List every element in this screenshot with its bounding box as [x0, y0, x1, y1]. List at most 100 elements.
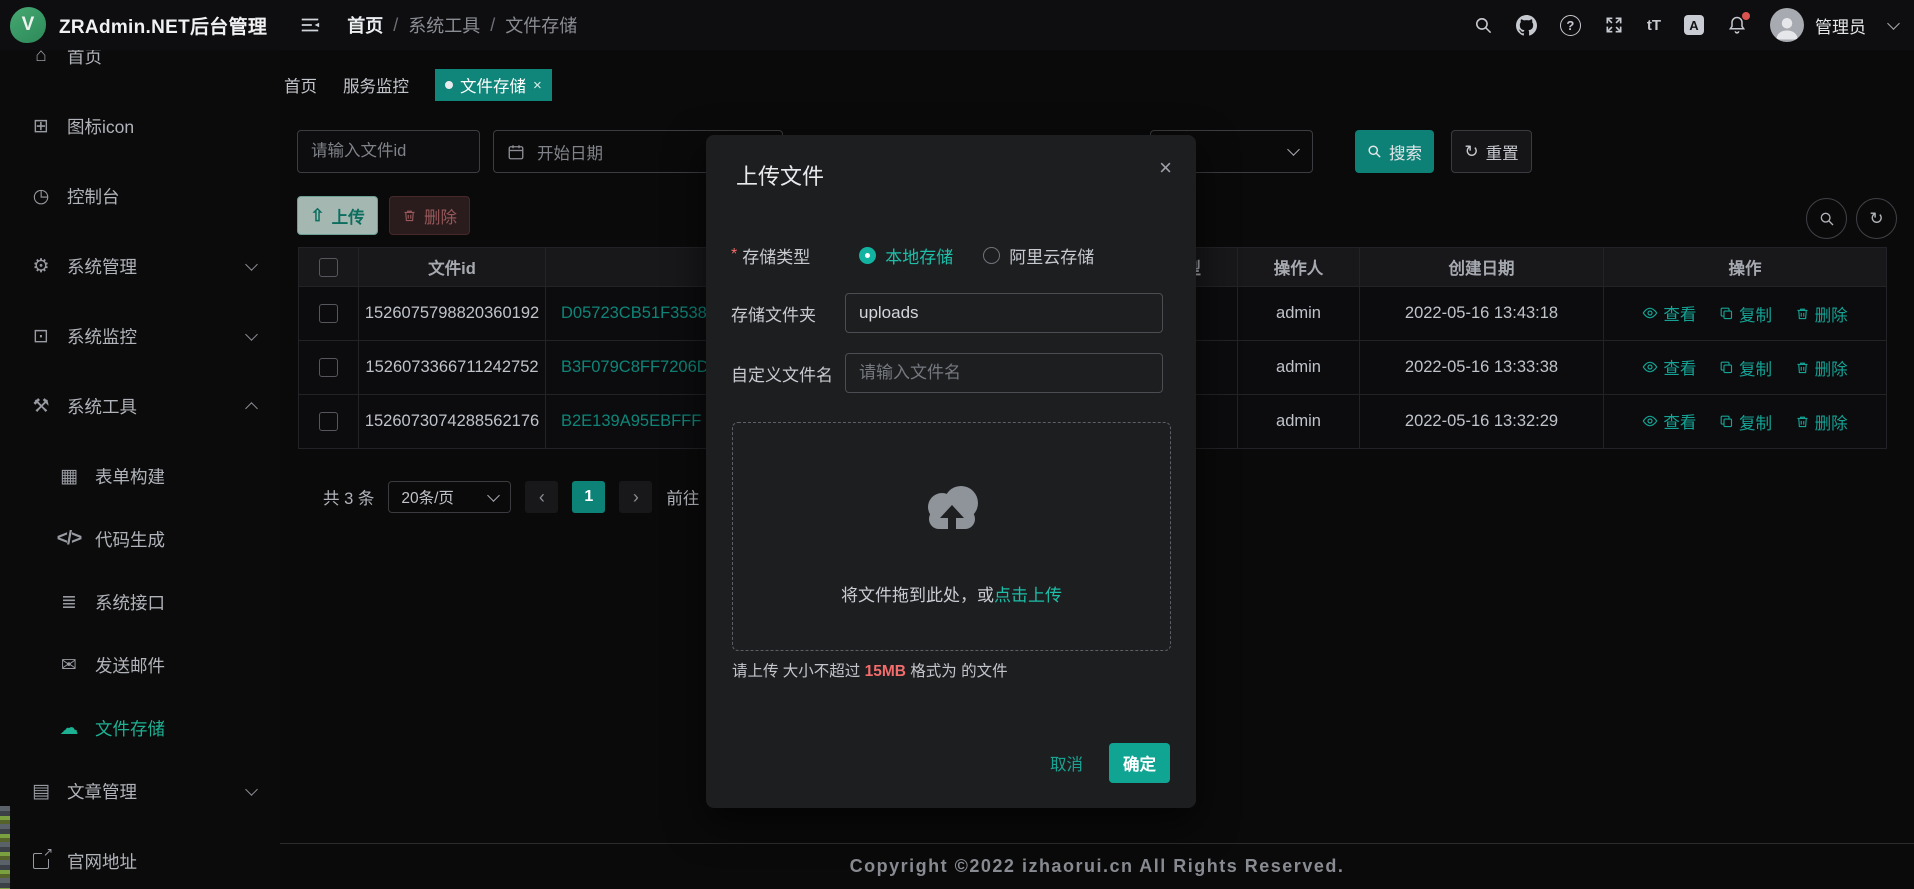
- cell-file-id: 1526075798820360192: [359, 287, 546, 341]
- filename-input[interactable]: [845, 353, 1163, 393]
- pagination: 共 3 条 20条/页 ‹ 1 › 前往: [323, 481, 769, 513]
- fullscreen-icon[interactable]: [1604, 15, 1624, 35]
- chevron-down-icon: [245, 783, 258, 796]
- trash-icon: [402, 208, 417, 223]
- delete-button[interactable]: 删除: [1795, 356, 1848, 380]
- sidebar-item-system-api[interactable]: ≣ 系统接口: [0, 580, 280, 624]
- cell-ops: 查看 复制 删除: [1604, 287, 1887, 341]
- sidebar-item-label: 系统监控: [67, 324, 137, 349]
- cell-operator: admin: [1238, 341, 1360, 395]
- batch-delete-button[interactable]: 删除: [389, 196, 470, 235]
- trash-icon: [1795, 414, 1810, 429]
- click-upload-link[interactable]: 点击上传: [994, 586, 1062, 605]
- sidebar-item-system-monitor[interactable]: ⊡ 系统监控: [0, 314, 280, 358]
- eye-icon: [1642, 359, 1658, 375]
- font-size-icon[interactable]: tT: [1647, 17, 1661, 34]
- radio-local-storage-label[interactable]: 本地存储: [885, 243, 953, 268]
- sidebar-collapse-icon[interactable]: [299, 14, 321, 36]
- cell-created-at: 2022-05-16 13:32:29: [1360, 395, 1604, 449]
- upload-button[interactable]: ⇧ 上传: [297, 196, 378, 235]
- copy-button[interactable]: 复制: [1719, 410, 1772, 434]
- cell-operator: admin: [1238, 287, 1360, 341]
- sidebar-item-official-site[interactable]: 官网地址: [0, 839, 280, 883]
- document-icon: ▤: [28, 780, 54, 803]
- user-name[interactable]: 管理员: [1815, 13, 1866, 38]
- copy-button[interactable]: 复制: [1719, 356, 1772, 380]
- gear-icon: ⚙: [28, 255, 54, 278]
- cancel-button[interactable]: 取消: [1040, 743, 1093, 783]
- search-icon[interactable]: [1474, 16, 1493, 35]
- github-icon[interactable]: [1516, 15, 1537, 36]
- sidebar-item-send-mail[interactable]: ✉ 发送邮件: [0, 643, 280, 687]
- language-icon[interactable]: A: [1684, 15, 1704, 35]
- tab-service-monitor[interactable]: 服务监控: [343, 73, 409, 97]
- search-button[interactable]: 搜索: [1355, 130, 1434, 173]
- sidebar-item-system-manage[interactable]: ⚙ 系统管理: [0, 244, 280, 288]
- sidebar-item-label: 发送邮件: [95, 653, 165, 678]
- tab-close-icon[interactable]: ×: [533, 77, 542, 94]
- tab-file-storage[interactable]: 文件存储 ×: [435, 69, 552, 101]
- sidebar-item-article-manage[interactable]: ▤ 文章管理: [0, 769, 280, 813]
- row-checkbox[interactable]: [319, 412, 338, 431]
- max-size-text: 15MB: [865, 663, 906, 680]
- confirm-button[interactable]: 确定: [1109, 743, 1170, 783]
- upload-dialog: 上传文件 × * 存储类型 本地存储 阿里云存储 存储文件夹 自定义文件名: [706, 135, 1196, 808]
- copy-icon: [1719, 306, 1734, 321]
- storage-type-label: 存储类型: [742, 243, 810, 268]
- breadcrumb-section[interactable]: 系统工具: [408, 12, 480, 38]
- radio-aliyun-storage-label[interactable]: 阿里云存储: [1009, 243, 1094, 268]
- topbar-actions: ? tT A 管理员: [1474, 8, 1898, 42]
- next-page-button[interactable]: ›: [619, 481, 652, 513]
- required-asterisk: *: [731, 246, 737, 264]
- view-button[interactable]: 查看: [1642, 301, 1696, 325]
- sidebar-item-label: 控制台: [67, 184, 120, 209]
- mail-icon: ✉: [56, 654, 82, 677]
- sidebar-item-form-builder[interactable]: ▦ 表单构建: [0, 454, 280, 498]
- upload-dropzone[interactable]: 将文件拖到此处，或点击上传: [732, 422, 1171, 651]
- view-button[interactable]: 查看: [1642, 355, 1696, 379]
- eye-icon: [1642, 413, 1658, 429]
- col-file-id: 文件id: [359, 248, 546, 287]
- sidebar-item-icons[interactable]: ⊞ 图标icon: [0, 104, 280, 148]
- sidebar-item-label: 系统接口: [95, 590, 165, 615]
- sidebar-item-file-storage[interactable]: ☁ 文件存储: [0, 706, 280, 750]
- refresh-table-icon[interactable]: ↻: [1856, 198, 1897, 239]
- toggle-search-icon[interactable]: [1806, 198, 1847, 239]
- delete-button[interactable]: 删除: [1795, 410, 1848, 434]
- page-1-button[interactable]: 1: [572, 481, 605, 513]
- sidebar-item-label: 图标icon: [67, 114, 134, 139]
- avatar[interactable]: [1770, 8, 1804, 42]
- folder-input[interactable]: [845, 293, 1163, 333]
- trash-icon: [1795, 306, 1810, 321]
- radio-local-storage[interactable]: [859, 247, 876, 264]
- active-tab-dot: [445, 81, 453, 89]
- cloud-upload-icon: [914, 481, 990, 537]
- col-ops: 操作: [1604, 248, 1887, 287]
- row-checkbox[interactable]: [319, 358, 338, 377]
- app-logo: V: [10, 7, 46, 43]
- monitor-icon: ⊡: [28, 325, 54, 348]
- app-title: ZRAdmin.NET后台管理: [59, 12, 267, 39]
- prev-page-button[interactable]: ‹: [525, 481, 558, 513]
- dialog-close-icon[interactable]: ×: [1159, 157, 1172, 179]
- breadcrumb-home[interactable]: 首页: [347, 12, 383, 38]
- sidebar-item-system-tools[interactable]: ⚒ 系统工具: [0, 384, 280, 428]
- reset-button[interactable]: ↻ 重置: [1451, 130, 1532, 173]
- view-button[interactable]: 查看: [1642, 409, 1696, 433]
- help-icon[interactable]: ?: [1560, 15, 1581, 36]
- select-all-checkbox[interactable]: [319, 258, 338, 277]
- tab-home[interactable]: 首页: [284, 73, 317, 97]
- user-menu-chevron-icon[interactable]: [1887, 17, 1900, 30]
- page-size-select[interactable]: 20条/页: [388, 481, 511, 513]
- col-operator: 操作人: [1238, 248, 1360, 287]
- sidebar-item-console[interactable]: ◷ 控制台: [0, 174, 280, 218]
- sidebar-item-code-gen[interactable]: </> 代码生成: [0, 517, 280, 561]
- notification-bell-icon[interactable]: [1727, 15, 1747, 35]
- sidebar-item-label: 文章管理: [67, 779, 137, 804]
- radio-aliyun-storage[interactable]: [983, 247, 1000, 264]
- copy-button[interactable]: 复制: [1719, 302, 1772, 326]
- row-checkbox[interactable]: [319, 304, 338, 323]
- delete-button[interactable]: 删除: [1795, 302, 1848, 326]
- file-id-input[interactable]: [297, 130, 480, 173]
- sidebar-item-label: 系统管理: [67, 254, 137, 279]
